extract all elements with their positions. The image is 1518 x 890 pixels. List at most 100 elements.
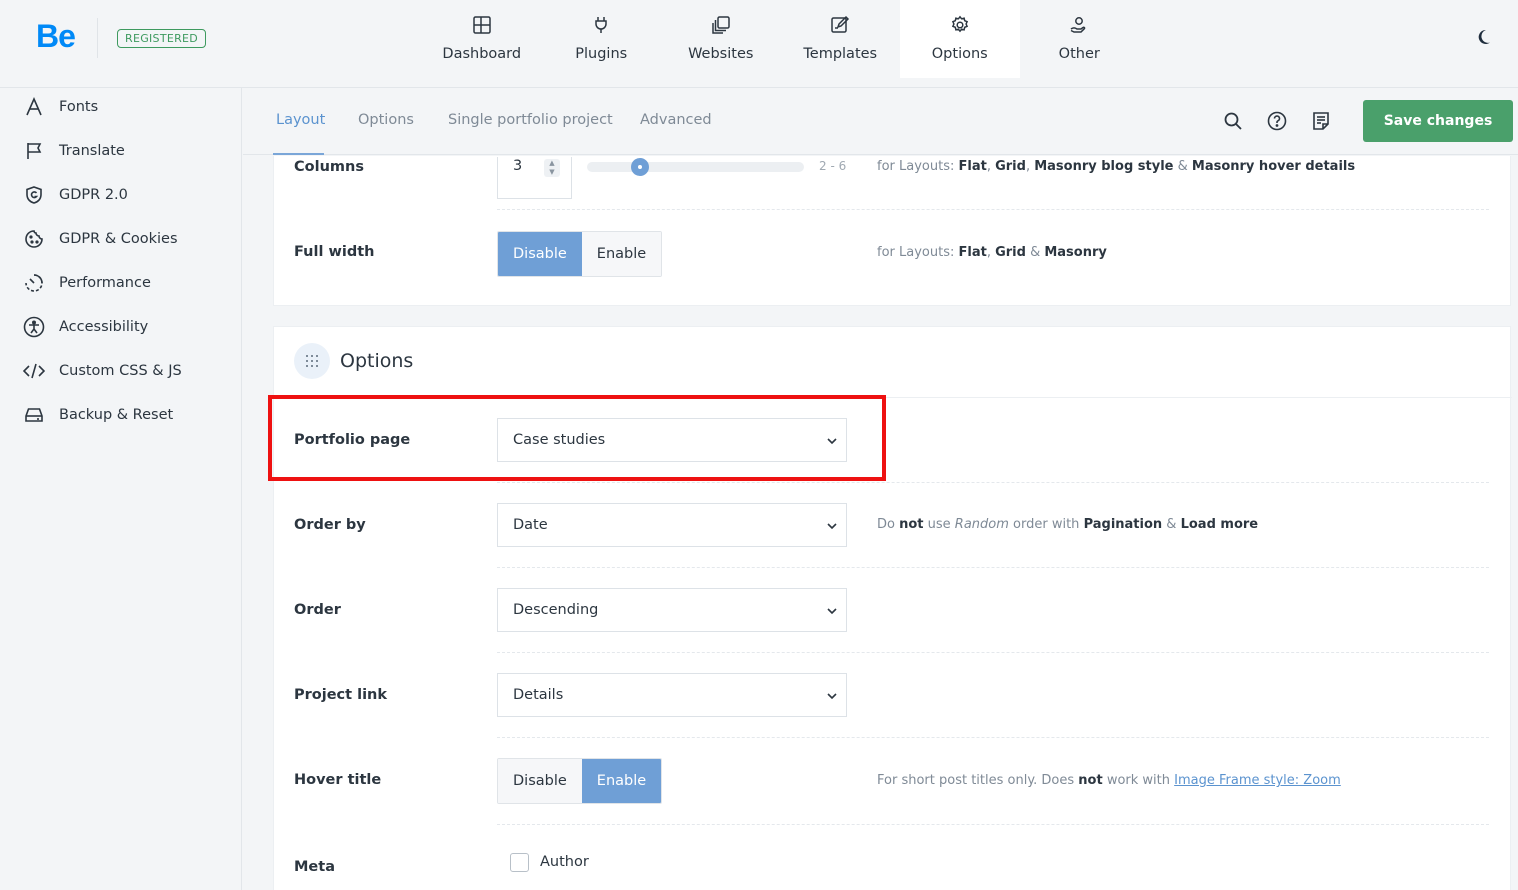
sidebar-item-accessibility[interactable]: Accessibility (22, 315, 148, 339)
top-nav-label: Dashboard (442, 46, 522, 62)
columns-hint: for Layouts: Flat, Grid, Masonry blog st… (877, 159, 1356, 174)
sidebar-item-label: Fonts (59, 99, 99, 115)
speed-icon (22, 271, 46, 295)
project-link-value: Details (513, 687, 564, 703)
notes-icon[interactable] (1310, 110, 1332, 132)
sidebar-item-label: Translate (59, 143, 125, 159)
chevron-down-icon (827, 693, 837, 700)
columns-value: 3 (513, 158, 523, 174)
columns-range: 2 - 6 (819, 159, 847, 173)
cookie-icon (22, 227, 46, 251)
dark-mode-moon-icon[interactable] (1474, 28, 1492, 46)
full-width-enable-button[interactable]: Enable (581, 232, 662, 276)
tab-layout[interactable]: Layout (276, 112, 325, 128)
top-nav-label: Plugins (575, 46, 628, 62)
save-button[interactable]: Save changes (1363, 100, 1513, 142)
sidebar-item-gdpr-2[interactable]: GDPR 2.0 (22, 183, 128, 207)
flag-icon (22, 139, 46, 163)
order-by-value: Date (513, 517, 548, 533)
order-value: Descending (513, 602, 599, 618)
active-tab-indicator (273, 153, 324, 155)
shield-icon (22, 183, 46, 207)
hover-title-label: Hover title (294, 772, 382, 788)
chevron-down-icon (827, 523, 837, 530)
sidebar-item-label: Performance (59, 275, 151, 291)
project-link-select[interactable]: Details (497, 673, 847, 717)
author-checkbox[interactable] (510, 853, 529, 872)
top-nav-options[interactable]: Options (900, 0, 1020, 78)
websites-icon (710, 14, 732, 36)
sidebar-item-backup-reset[interactable]: Backup & Reset (22, 403, 173, 427)
tab-advanced[interactable]: Advanced (640, 112, 712, 128)
meta-label: Meta (294, 859, 335, 875)
top-nav-other[interactable]: Other (1020, 0, 1140, 78)
order-label: Order (294, 602, 341, 618)
top-nav: Dashboard Plugins Websites Templates Opt… (422, 0, 1139, 78)
full-width-hint: for Layouts: Flat, Grid & Masonry (877, 245, 1107, 260)
sidebar-item-custom-css-js[interactable]: Custom CSS & JS (22, 359, 182, 383)
top-nav-label: Templates (803, 46, 878, 62)
stepper-arrows-icon[interactable]: ▲ ▼ (544, 159, 560, 177)
top-nav-label: Options (931, 46, 988, 62)
font-icon (22, 95, 46, 119)
author-checkbox-label: Author (540, 854, 589, 870)
portfolio-page-label: Portfolio page (294, 432, 411, 448)
full-width-disable-button[interactable]: Disable (498, 232, 582, 276)
top-nav-templates[interactable]: Templates (781, 0, 901, 78)
row-divider (497, 209, 1489, 210)
sidebar-item-label: GDPR & Cookies (59, 231, 178, 247)
search-icon[interactable] (1222, 110, 1244, 132)
project-link-label: Project link (294, 687, 388, 703)
columns-slider-handle[interactable] (631, 158, 649, 176)
full-width-label: Full width (294, 244, 375, 260)
top-bar: Be REGISTERED Dashboard Plugins Websites (0, 0, 1518, 88)
drive-icon (22, 403, 46, 427)
options-section-header: Options (294, 343, 413, 379)
columns-label: Columns (294, 159, 364, 175)
row-divider (497, 824, 1489, 825)
tab-single-portfolio-project[interactable]: Single portfolio project (448, 112, 613, 128)
columns-slider-track[interactable] (587, 162, 804, 172)
accessibility-icon (22, 315, 46, 339)
sidebar-item-label: Backup & Reset (59, 407, 174, 423)
row-divider (497, 652, 1489, 653)
sidebar-item-label: Custom CSS & JS (59, 363, 182, 379)
chevron-down-icon (827, 608, 837, 615)
hand-user-icon (1068, 14, 1090, 36)
image-frame-style-link[interactable]: Image Frame style: Zoom (1174, 773, 1341, 788)
sidebar-item-fonts[interactable]: Fonts (22, 95, 98, 119)
row-divider (497, 482, 1489, 483)
top-nav-dashboard[interactable]: Dashboard (422, 0, 542, 78)
sidebar-item-translate[interactable]: Translate (22, 139, 125, 163)
top-nav-label: Other (1058, 46, 1100, 62)
hover-title-toggle: Disable Enable (497, 758, 663, 804)
top-nav-label: Websites (688, 46, 754, 62)
content-area: Columns 3 ▲ ▼ 2 - 6 for Layouts: Flat, Gr… (243, 156, 1518, 890)
top-nav-websites[interactable]: Websites (661, 0, 781, 78)
options-section-title: Options (340, 350, 414, 372)
hover-title-disable-button[interactable]: Disable (498, 759, 582, 803)
portfolio-page-select[interactable]: Case studies (497, 418, 847, 462)
sidebar: Fonts Translate GDPR 2.0 GDPR & Cookies … (0, 88, 242, 890)
templates-icon (829, 14, 851, 36)
section-divider (274, 397, 1512, 398)
tab-options[interactable]: Options (358, 112, 414, 128)
gear-icon (949, 14, 971, 36)
top-nav-plugins[interactable]: Plugins (542, 0, 662, 78)
hover-title-enable-button[interactable]: Enable (581, 759, 662, 803)
order-by-select[interactable]: Date (497, 503, 847, 547)
code-icon (22, 359, 46, 383)
logo-divider (97, 18, 98, 58)
columns-stepper[interactable]: 3 ▲ ▼ (497, 157, 572, 199)
row-divider (497, 567, 1489, 568)
order-select[interactable]: Descending (497, 588, 847, 632)
help-icon[interactable] (1266, 110, 1288, 132)
order-by-label: Order by (294, 517, 366, 533)
hover-title-hint: For short post titles only. Does not wor… (877, 773, 1341, 788)
sidebar-item-label: Accessibility (59, 319, 149, 335)
sidebar-item-performance[interactable]: Performance (22, 271, 151, 295)
grid-dots-icon (294, 343, 330, 379)
sidebar-item-gdpr-cookies[interactable]: GDPR & Cookies (22, 227, 178, 251)
logo[interactable]: Be (36, 18, 76, 55)
options-card: Options Portfolio page Case studies Orde… (273, 326, 1512, 890)
